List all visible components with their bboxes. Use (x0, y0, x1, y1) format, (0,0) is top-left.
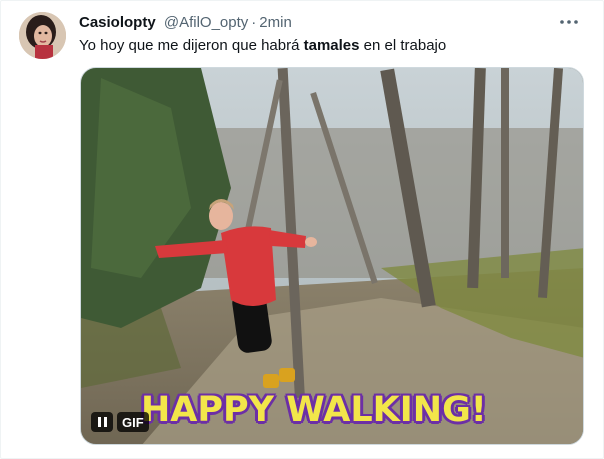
gif-badge: GIF (117, 412, 149, 432)
gif-controls: GIF (91, 412, 149, 432)
tweet-timestamp[interactable]: 2min (259, 14, 292, 31)
author-display-name[interactable]: Casiolopty (79, 14, 156, 31)
gif-frame (81, 68, 583, 444)
tweet-card[interactable]: Casiolopty @AfilO_opty · 2min Yo hoy que m… (0, 0, 604, 459)
tweet-text-bold: tamales (303, 37, 360, 54)
tweet-header: Casiolopty @AfilO_opty · 2min (79, 14, 292, 32)
author-handle[interactable]: @AfilO_opty (164, 14, 248, 31)
separator-dot: · (251, 14, 257, 31)
tweet-text-start: Yo hoy que me dijeron que habrá (79, 37, 304, 54)
gif-media[interactable]: HAPPY WALKING! GIF (80, 67, 584, 445)
avatar[interactable] (19, 12, 66, 59)
tweet-text-end: en el trabajo (359, 37, 447, 54)
tweet-text: Yo hoy que me dijeron que habrá tamales … (79, 36, 446, 56)
pause-icon[interactable] (91, 412, 113, 432)
gif-caption: HAPPY WALKING! (141, 390, 487, 430)
more-dots-icon[interactable] (555, 11, 583, 33)
